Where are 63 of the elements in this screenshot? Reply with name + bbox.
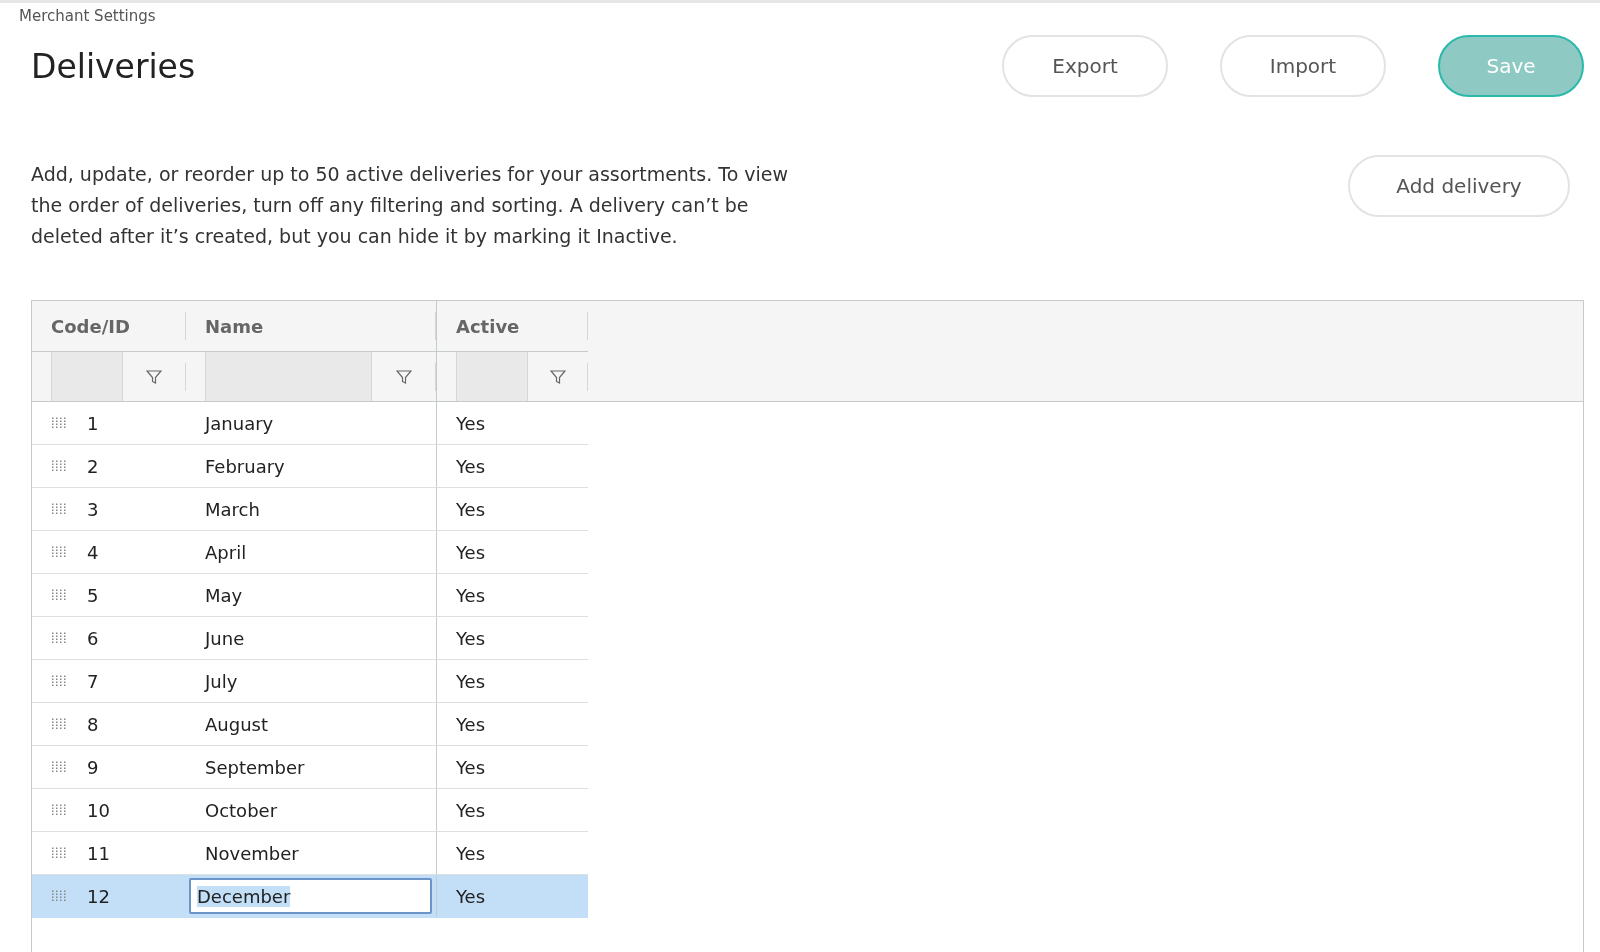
table-cell: Yes [456, 756, 486, 778]
filter-field[interactable] [456, 352, 528, 401]
description-text: Add, update, or reorder up to 50 active deliveries for your assortments. To view the order of deliveries, turn off any filtering and sorting. A delivery can’t be deleted after it’s created, but you can hide it by marking it Inactive. [31, 162, 790, 249]
drag-handle-icon[interactable] [51, 632, 67, 644]
table-cell: 5 [87, 584, 99, 606]
table-cell: January [205, 412, 274, 434]
drag-handle-icon[interactable] [51, 761, 67, 773]
table-cell: August [205, 713, 268, 735]
drag-handle-icon[interactable] [51, 675, 67, 687]
table-cell: October [205, 799, 278, 821]
table-cell: 8 [87, 713, 99, 735]
table-cell: 11 [87, 842, 110, 864]
table-cell: September [205, 756, 305, 778]
table-cell: Yes [456, 412, 486, 434]
filter-icon[interactable] [395, 368, 412, 385]
table-cell: March [205, 498, 260, 520]
table-cell: 7 [87, 670, 99, 692]
action-button[interactable]: Import [1220, 35, 1386, 97]
table-cell: 3 [87, 498, 99, 520]
column-header[interactable]: Name [205, 315, 264, 337]
drag-handle-icon[interactable] [51, 417, 67, 429]
table-cell: June [205, 627, 245, 649]
table-cell: Yes [456, 541, 486, 563]
table-cell: Yes [456, 799, 486, 821]
drag-handle-icon[interactable] [51, 718, 67, 730]
table-cell: Yes [456, 713, 486, 735]
table-cell: Yes [456, 627, 486, 649]
drag-handle-icon[interactable] [51, 847, 67, 859]
table-cell: 2 [87, 455, 99, 477]
drag-handle-icon[interactable] [51, 804, 67, 816]
add-delivery-button[interactable]: Add delivery [1348, 155, 1570, 217]
name-input-field[interactable]: December [189, 878, 432, 914]
filter-icon[interactable] [146, 368, 162, 385]
drag-handle-icon[interactable] [51, 589, 67, 601]
table-cell: Yes [456, 842, 486, 864]
action-button[interactable]: Export [1002, 35, 1168, 97]
table-cell: May [205, 584, 243, 606]
drag-handle-icon[interactable] [51, 460, 67, 472]
table-cell: 1 [87, 412, 99, 434]
table-cell: Yes [456, 498, 486, 520]
table-cell: April [205, 541, 247, 563]
drag-handle-icon[interactable] [51, 890, 67, 902]
table-cell: Yes [456, 455, 486, 477]
table-cell: July [205, 670, 238, 692]
filter-field[interactable] [51, 352, 123, 401]
table-cell: 10 [87, 799, 110, 821]
table-cell: Yes [456, 584, 486, 606]
breadcrumb[interactable]: Merchant Settings [19, 3, 1584, 25]
table-cell: 9 [87, 756, 99, 778]
column-header[interactable]: Code/ID [51, 315, 130, 337]
table-cell: November [205, 842, 299, 864]
drag-handle-icon[interactable] [51, 546, 67, 558]
drag-handle-icon[interactable] [51, 503, 67, 515]
page-title: Deliveries [31, 46, 196, 86]
table-cell: 4 [87, 541, 99, 563]
filter-field[interactable] [205, 352, 372, 401]
table-cell: 6 [87, 627, 99, 649]
table-cell: February [205, 455, 285, 477]
table-cell: 12 [87, 885, 110, 907]
table-cell: Yes [456, 670, 486, 692]
table-cell: Yes [456, 885, 486, 907]
column-header[interactable]: Active [456, 315, 520, 337]
filter-icon[interactable] [549, 368, 566, 385]
